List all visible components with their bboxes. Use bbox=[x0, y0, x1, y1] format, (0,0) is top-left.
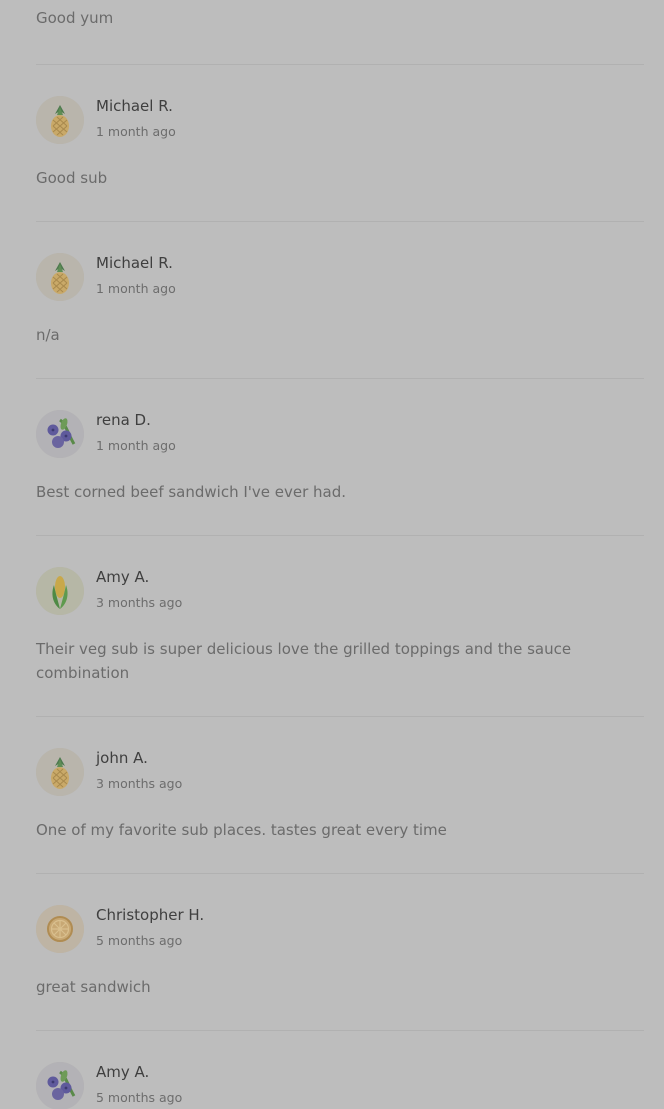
divider bbox=[36, 1030, 644, 1031]
review-text: Good yum bbox=[36, 9, 114, 27]
divider bbox=[36, 716, 644, 717]
reviewer-name: Christopher H. bbox=[96, 906, 205, 924]
reviewer-name: Amy A. bbox=[96, 568, 150, 586]
divider bbox=[36, 873, 644, 874]
review-text: Good sub bbox=[36, 169, 108, 187]
review-time: 5 months ago bbox=[96, 1090, 183, 1105]
reviewer-name: john A. bbox=[96, 749, 148, 767]
blueberry-icon bbox=[36, 410, 84, 458]
review-text: Their veg sub is super delicious love th… bbox=[36, 640, 572, 682]
review-text: n/a bbox=[36, 326, 60, 344]
pineapple-icon bbox=[36, 96, 84, 144]
divider bbox=[36, 221, 644, 222]
review-text: One of my favorite sub places. tastes gr… bbox=[36, 821, 447, 839]
review-time: 1 month ago bbox=[96, 124, 176, 139]
review-time: 1 month ago bbox=[96, 438, 176, 453]
reviewer-name: Amy A. bbox=[96, 1063, 150, 1081]
pineapple-icon bbox=[36, 253, 84, 301]
review-time: 5 months ago bbox=[96, 933, 183, 948]
divider bbox=[36, 378, 644, 379]
reviews-list: Good yum Michael R. 1 month ago Good sub bbox=[0, 0, 664, 1109]
review-time: 1 month ago bbox=[96, 281, 176, 296]
reviewer-name: Michael R. bbox=[96, 254, 173, 272]
corn-icon bbox=[36, 567, 84, 615]
divider bbox=[36, 64, 644, 65]
divider bbox=[36, 535, 644, 536]
blueberry-icon bbox=[36, 1062, 84, 1109]
reviewer-name: rena D. bbox=[96, 411, 151, 429]
review-text: Best corned beef sandwich I've ever had. bbox=[36, 483, 347, 501]
review-time: 3 months ago bbox=[96, 776, 183, 791]
reviewer-name: Michael R. bbox=[96, 97, 173, 115]
pineapple-icon bbox=[36, 748, 84, 796]
review-text: great sandwich bbox=[36, 978, 151, 996]
citrus-slice-icon bbox=[36, 905, 84, 953]
review-time: 3 months ago bbox=[96, 595, 183, 610]
